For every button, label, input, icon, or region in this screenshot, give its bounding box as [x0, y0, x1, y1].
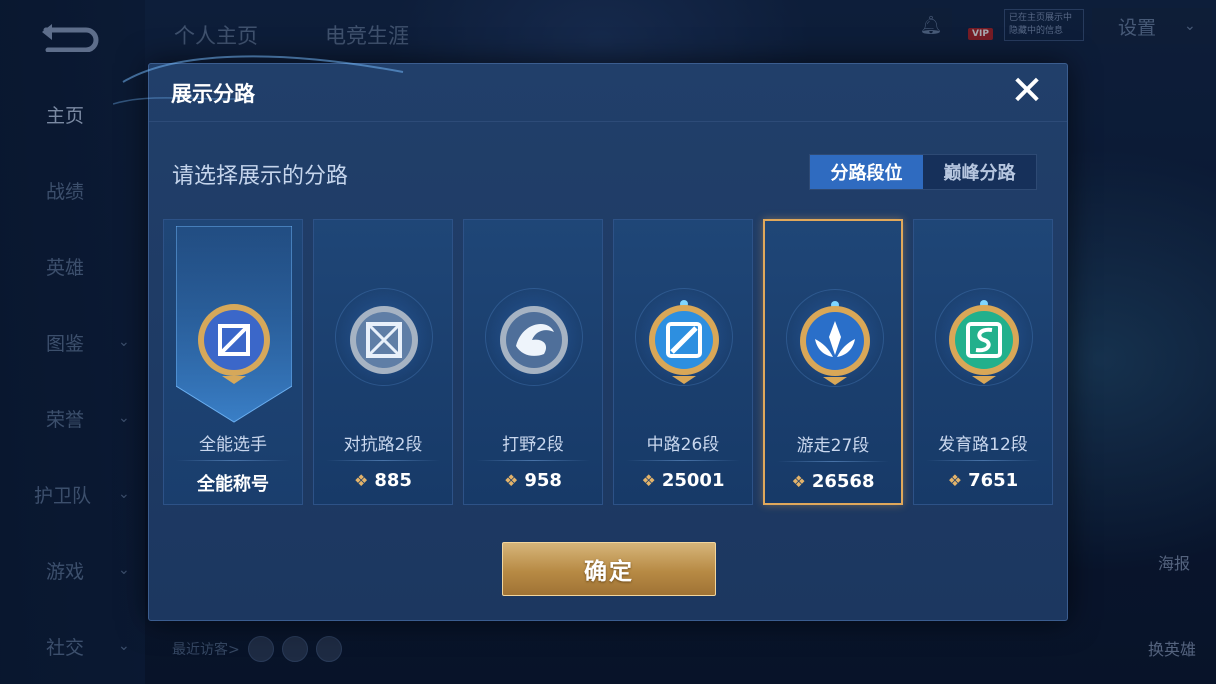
close-icon[interactable]: ✕	[1007, 71, 1047, 112]
rank-points-icon: ❖	[504, 471, 519, 490]
lane-score: ❖ 958	[464, 470, 602, 491]
card-divider	[326, 460, 440, 461]
score-value: 26568	[811, 471, 875, 492]
rank-points-icon: ❖	[791, 472, 806, 491]
rank-points-icon: ❖	[641, 471, 656, 490]
score-value: 958	[524, 470, 562, 491]
lane-name: 中路26段	[646, 435, 720, 455]
dialog-title: 展示分路	[171, 82, 255, 106]
roam-badge-icon	[800, 301, 870, 385]
score-value: 885	[374, 470, 412, 491]
lane-score: ❖ 7651	[914, 470, 1052, 491]
lane-score: 全能称号	[164, 470, 302, 496]
all-round-badge-icon	[198, 304, 270, 384]
dialog-header: 展示分路 ✕	[113, 55, 1067, 122]
jungle-badge-icon	[500, 306, 568, 374]
header-swoosh-decoration	[113, 55, 404, 105]
score-value: 25001	[661, 470, 725, 491]
lane-card-clash[interactable]: 对抗路2段 ❖ 885	[313, 219, 453, 505]
dialog-subtitle: 请选择展示的分路	[172, 164, 349, 189]
toggle-peak-lane[interactable]: 巅峰分路	[923, 155, 1036, 189]
mid-lane-badge-icon	[649, 300, 719, 384]
lane-card-roam[interactable]: 游走27段 ❖ 26568	[763, 219, 903, 505]
lane-score: ❖ 885	[314, 470, 452, 491]
lane-card-mid[interactable]: 中路26段 ❖ 25001	[613, 219, 753, 505]
lane-score: ❖ 26568	[765, 471, 901, 492]
card-divider	[476, 460, 590, 461]
lane-name: 游走27段	[796, 436, 870, 456]
lane-card-all-round[interactable]: 全能选手 全能称号	[163, 219, 303, 505]
lane-score: ❖ 25001	[614, 470, 752, 491]
lane-name: 对抗路2段	[343, 435, 423, 455]
lane-name: 发育路12段	[938, 435, 1028, 455]
lane-card-list: 全能选手 全能称号 对抗路2段 ❖ 885 打野2段 ❖ 958 中路26段 ❖…	[163, 219, 1055, 505]
lane-display-dialog: 展示分路 ✕ 请选择展示的分路 分路段位 巅峰分路 全能选手 全能称号 对抗路2…	[113, 55, 1068, 621]
score-value: 7651	[968, 470, 1019, 491]
card-divider	[777, 461, 889, 462]
toggle-lane-rank[interactable]: 分路段位	[810, 155, 923, 189]
confirm-button[interactable]: 确定	[502, 542, 716, 596]
lane-card-jungle[interactable]: 打野2段 ❖ 958	[463, 219, 603, 505]
card-divider	[626, 460, 740, 461]
lane-name: 全能选手	[199, 435, 267, 455]
clash-lane-badge-icon	[350, 306, 418, 374]
card-divider	[926, 460, 1040, 461]
rank-points-icon: ❖	[947, 471, 963, 490]
rank-points-icon: ❖	[354, 471, 369, 490]
score-value: 全能称号	[197, 474, 269, 495]
lane-name: 打野2段	[502, 435, 564, 455]
card-divider	[176, 460, 290, 461]
lane-card-farm[interactable]: 发育路12段 ❖ 7651	[913, 219, 1053, 505]
lane-mode-toggle[interactable]: 分路段位 巅峰分路	[809, 154, 1037, 190]
farm-lane-badge-icon	[949, 300, 1019, 384]
